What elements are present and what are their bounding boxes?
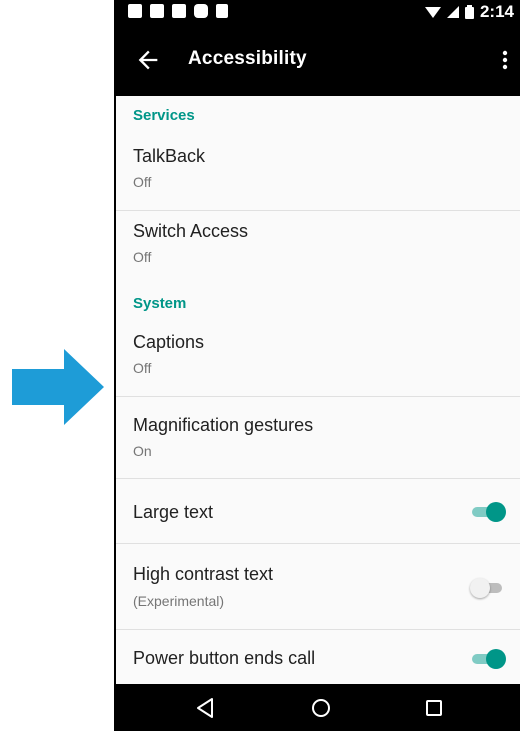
status-bar: 2:14 [116, 0, 520, 24]
pref-title: Large text [133, 502, 214, 522]
pref-magnification-gestures[interactable]: Magnification gestures On [116, 397, 520, 479]
toggle-thumb [486, 502, 506, 522]
more-options-icon[interactable] [498, 48, 512, 72]
clock: 2:14 [479, 2, 514, 21]
pref-title: High contrast text [133, 564, 274, 584]
phone-screen: 2:14 Accessibility Services TalkBack Off… [114, 0, 520, 731]
pref-switch-access[interactable]: Switch Access Off [116, 211, 520, 286]
back-arrow-icon[interactable] [134, 46, 162, 74]
pref-summary: Off [133, 174, 152, 190]
notification-icons [128, 4, 228, 18]
section-header-services: Services [133, 107, 195, 124]
pref-high-contrast-text[interactable]: High contrast text (Experimental) [116, 544, 520, 630]
flipboard-icon [216, 4, 228, 18]
pref-title: Magnification gestures [133, 415, 314, 435]
pref-power-button-ends-call[interactable]: Power button ends call [116, 630, 520, 684]
settings-list: Services TalkBack Off Switch Access Off … [116, 96, 520, 684]
signal-icon [446, 6, 459, 18]
navigation-bar [116, 684, 520, 731]
high-contrast-toggle[interactable] [470, 577, 506, 598]
pref-summary: On [133, 443, 152, 459]
back-triangle-icon[interactable] [194, 696, 218, 720]
toggle-thumb [470, 578, 490, 598]
pref-captions[interactable]: Captions Off [116, 322, 520, 397]
status-right: 2:14 [424, 2, 514, 22]
youtube-icon [194, 4, 208, 18]
pointer-arrow-icon [12, 349, 104, 425]
facebook-icon [128, 4, 142, 18]
app-toolbar: Accessibility [116, 24, 520, 96]
section-header-system: System [133, 295, 187, 312]
pref-title: Captions [133, 332, 205, 352]
wifi-icon [424, 7, 441, 18]
toggle-thumb [486, 649, 506, 669]
recents-square-icon[interactable] [422, 696, 446, 720]
pref-summary: Off [133, 360, 152, 376]
pref-large-text[interactable]: Large text [116, 479, 520, 544]
power-button-toggle[interactable] [470, 648, 506, 669]
page-title: Accessibility [188, 48, 307, 69]
pref-title: Power button ends call [133, 648, 316, 668]
pref-title: TalkBack [133, 146, 206, 166]
facebook-icon [150, 4, 164, 18]
battery-icon [464, 5, 474, 19]
screenshot-canvas: 2:14 Accessibility Services TalkBack Off… [0, 0, 520, 731]
pref-talkback[interactable]: TalkBack Off [116, 136, 520, 211]
home-circle-icon[interactable] [309, 696, 333, 720]
pref-title: Switch Access [133, 221, 249, 241]
pref-summary: Off [133, 249, 152, 265]
large-text-toggle[interactable] [470, 501, 506, 522]
pref-summary: (Experimental) [133, 593, 225, 609]
gmail-icon [172, 4, 186, 18]
